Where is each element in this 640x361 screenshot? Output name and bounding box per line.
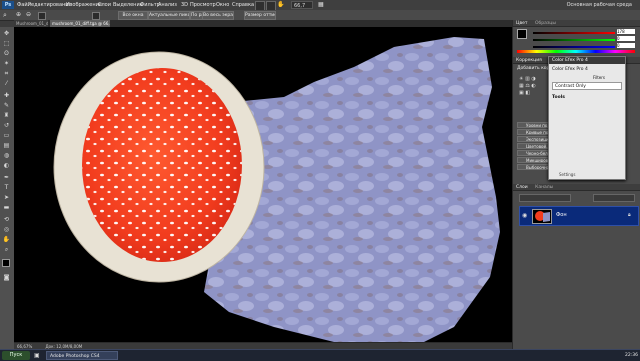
color-ramp[interactable] (517, 50, 635, 53)
print-size-button[interactable]: Размер оттиска (244, 11, 276, 20)
layer-name[interactable]: Фон (556, 212, 567, 219)
panel-foreground-swatch[interactable] (517, 29, 527, 39)
red-slider[interactable] (533, 32, 615, 34)
quick-mask-icon[interactable]: ◙ (2, 273, 11, 282)
actual-pixels-button[interactable]: Актуальные пикселы (148, 11, 190, 20)
clock: 22:36 (625, 353, 638, 358)
adjust-preset-6[interactable]: Микширова... (517, 157, 549, 163)
tab-adjustments[interactable]: Коррекция (516, 58, 542, 63)
blue-slider[interactable] (533, 46, 615, 48)
3d-rotate-tool-icon[interactable]: ⟲ (2, 215, 11, 224)
arrange-icon[interactable]: ▦ (318, 1, 326, 9)
tab-document-2[interactable]: mushroom_01_diff.tga @ 66,7% (RGB/8) (50, 20, 110, 27)
popup-contrast-only[interactable]: Contrast Only (552, 82, 622, 90)
lasso-tool-icon[interactable]: ʘ (2, 49, 11, 58)
green-value[interactable]: 0 (617, 36, 635, 41)
marquee-tool-icon[interactable]: ⬚ (2, 39, 11, 48)
adjust-preset-1[interactable]: Уровни по... (517, 122, 549, 128)
taskbar-photoshop[interactable]: Adobe Photoshop CS4 (46, 351, 118, 360)
dodge-tool-icon[interactable]: ◐ (2, 161, 11, 170)
type-tool-icon[interactable]: T (2, 183, 11, 192)
menu-analysis[interactable]: Анализ (158, 1, 177, 9)
menu-window[interactable]: Окно (216, 1, 229, 9)
menu-layers[interactable]: Слои (98, 1, 111, 9)
tab-layers[interactable]: Слои (516, 185, 528, 190)
menu-view[interactable]: Просмотр (190, 1, 216, 9)
adjust-preset-5[interactable]: Черно-бел... (517, 150, 549, 156)
gradient-tool-icon[interactable]: ▤ (2, 141, 11, 150)
popup-settings[interactable]: Settings (559, 171, 575, 179)
tools-panel: ✥ ⬚ ʘ ✶ ⌗ ⁄ ✚ ✎ ♜ ↺ ▭ ▤ ◍ ◐ ✒ T ➤ ▬ ⟲ ◎ … (0, 27, 15, 360)
menu-image[interactable]: Изображение (66, 1, 102, 9)
tab-swatches[interactable]: Образцы (535, 21, 556, 26)
magic-wand-tool-icon[interactable]: ✶ (2, 59, 11, 68)
opacity-field[interactable] (593, 194, 635, 202)
3d-orbit-tool-icon[interactable]: ◎ (2, 225, 11, 234)
quicklaunch-icon[interactable]: ▣ (34, 351, 42, 360)
path-selection-tool-icon[interactable]: ➤ (2, 193, 11, 202)
blue-value[interactable]: 0 (617, 43, 635, 48)
app-logo: Ps (2, 1, 14, 9)
adjustment-icons[interactable]: ☀ ▥ ◑ ▦ ⚖ ◐ ▣ ◧ (519, 76, 549, 96)
blur-tool-icon[interactable]: ◍ (2, 151, 11, 160)
texture-artwork (14, 27, 512, 342)
tab-channels[interactable]: Каналы (535, 185, 553, 190)
crop-tool-icon[interactable]: ⌗ (2, 69, 11, 78)
color-panel-header: Цвет Образцы (513, 20, 640, 27)
eyedropper-tool-icon[interactable]: ⁄ (2, 79, 11, 88)
menu-filter[interactable]: Фильтр (140, 1, 160, 9)
document-tabs: Mushroom_01_diff @ 25,1% (RGB/8) mushroo… (14, 20, 512, 27)
foreground-color-swatch[interactable] (2, 259, 10, 267)
zoom-dropdown[interactable]: 66,7 (291, 1, 313, 9)
popup-item-cep4[interactable]: Color Efex Pro 4 (552, 66, 588, 74)
right-panels: Цвет Образцы 178 0 0 Коррекция Добавить … (512, 20, 640, 349)
lock-icon: 🔒︎ (628, 212, 631, 218)
layers-panel-header: Слои Каналы (513, 184, 640, 191)
menu-help[interactable]: Справка (232, 1, 254, 9)
workspace-selector[interactable]: Основная рабочая среда (560, 1, 632, 9)
menu-select[interactable]: Выделение (113, 1, 143, 9)
clone-stamp-tool-icon[interactable]: ♜ (2, 111, 11, 120)
zoom-tool-icon-2[interactable]: ⌕ (2, 245, 11, 254)
popup-tools-section[interactable]: Tools (552, 94, 565, 102)
fill-screen-button[interactable]: Во весь экран (202, 11, 234, 20)
zoom-tool-icon: ⌕ (3, 11, 7, 19)
eye-icon[interactable]: ◉ (522, 212, 528, 219)
adjust-preset-3[interactable]: Экспозиция... (517, 136, 549, 142)
blend-mode-dropdown[interactable] (519, 194, 571, 202)
zoom-all-windows-checkbox[interactable] (92, 12, 100, 20)
document-canvas[interactable] (14, 27, 512, 342)
healing-brush-tool-icon[interactable]: ✚ (2, 91, 11, 100)
hand-icon[interactable]: ✋ (277, 1, 287, 9)
shape-tool-icon[interactable]: ▬ (2, 203, 11, 212)
zoom-out-icon[interactable]: ⊖ (26, 11, 34, 19)
all-windows-button[interactable]: Все окна (118, 11, 148, 20)
move-tool-icon[interactable]: ✥ (2, 29, 11, 38)
green-slider[interactable] (533, 39, 615, 41)
eraser-tool-icon[interactable]: ▭ (2, 131, 11, 140)
system-tray: 22:36 (560, 351, 638, 360)
adjust-preset-4[interactable]: Цветовой... (517, 143, 549, 149)
adjust-preset-2[interactable]: Кривые по... (517, 129, 549, 135)
red-value[interactable]: 178 (617, 29, 635, 34)
tab-color[interactable]: Цвет (516, 21, 528, 26)
popup-filters-tab[interactable]: Filters (593, 75, 605, 80)
start-button[interactable]: Пуск (2, 351, 30, 360)
popup-tabs: Filters Restore (593, 74, 623, 87)
history-brush-tool-icon[interactable]: ↺ (2, 121, 11, 130)
menu-3d[interactable]: 3D (181, 1, 188, 9)
tab-document-1[interactable]: Mushroom_01_diff @ 25,1% (RGB/8) (14, 20, 48, 27)
zoom-in-icon[interactable]: ⊕ (16, 11, 24, 19)
resize-windows-checkbox[interactable] (38, 12, 46, 20)
layer-background-row[interactable]: ◉ Фон 🔒︎ (519, 206, 639, 226)
taskbar: Пуск ▣ Adobe Photoshop CS4 22:36 (0, 349, 640, 361)
hand-tool-icon[interactable]: ✋ (2, 235, 11, 244)
color-efex-popup: Color Efex Pro 4 Color Efex Pro 4 Filter… (548, 56, 626, 180)
brush-tool-icon[interactable]: ✎ (2, 101, 11, 110)
pen-tool-icon[interactable]: ✒ (2, 173, 11, 182)
adjustments-title: Добавить корр (517, 66, 553, 71)
popup-title: Color Efex Pro 4 (549, 57, 625, 64)
layer-thumbnail (532, 209, 552, 224)
